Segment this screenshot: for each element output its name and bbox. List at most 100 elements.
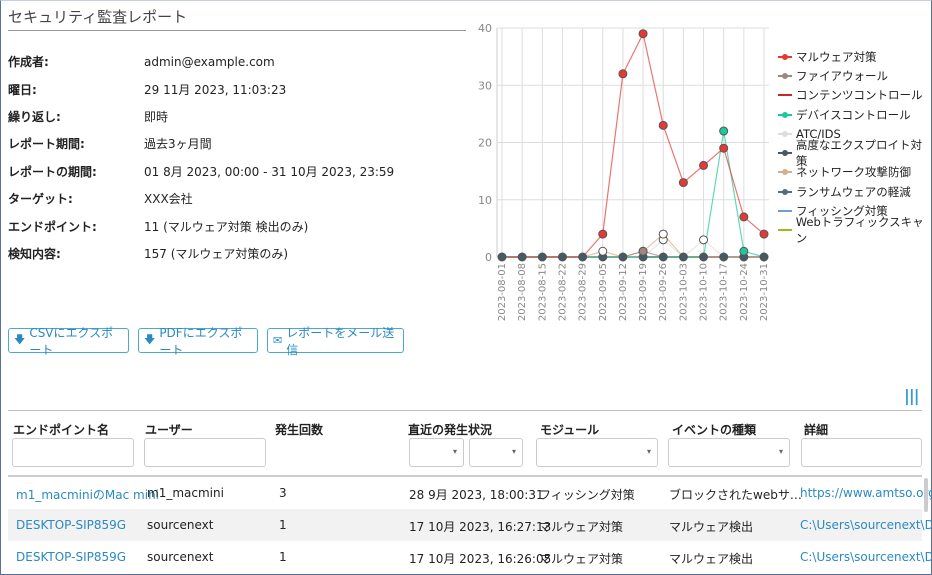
x-tick-label: 2023-10-24	[739, 263, 750, 321]
x-tick-label: 2023-08-01	[497, 263, 508, 321]
endpoint-link[interactable]: m1_macminiのMac mini	[16, 486, 159, 503]
info-value: 即時	[144, 109, 169, 124]
legend-swatch	[778, 94, 792, 97]
table-row[interactable]: m1_macminiのMac mini m1_macmini 3 28 9月 2023…	[8, 477, 932, 509]
download-icon: 🡇	[14, 333, 26, 346]
divider	[8, 30, 466, 31]
x-tick-label: 2023-09-26	[658, 263, 669, 321]
x-tick-label: 2023-08-29	[578, 263, 589, 321]
table-row[interactable]: DESKTOP-SIP859G sourcenext 1 17 10月 2023, 1…	[8, 509, 932, 541]
data-point	[537, 252, 547, 262]
info-row: レポートの期間: 01 8月 2023, 00:00 - 31 10月 2023,…	[8, 158, 394, 185]
col-header-last-seen[interactable]: 直近の発生状況	[408, 421, 492, 438]
chart-legend: マルウェア対策 ファイアウォール コンテンツコントロール デバイスコントロール ATC/…	[778, 47, 932, 245]
col-header-count[interactable]: 発生回数	[275, 421, 323, 438]
x-tick-label: 2023-10-03	[678, 263, 689, 321]
module-cell: マルウェア対策	[539, 520, 624, 534]
module-filter-select[interactable]	[536, 438, 658, 467]
details-link[interactable]: C:\Users\sourcenext\Do…	[800, 550, 932, 564]
info-label: 曜日:	[8, 82, 37, 97]
data-point	[678, 252, 688, 262]
y-tick-label: 10	[478, 194, 492, 207]
data-point	[658, 120, 668, 130]
report-info: 作成者: admin@example.com 曜日: 29 11月 2023, 11…	[8, 48, 394, 267]
col-header-user[interactable]: ユーザー	[145, 421, 193, 438]
details-link[interactable]: https://www.amtso.org/…	[800, 486, 932, 500]
data-point	[739, 246, 749, 256]
legend-label: ランサムウェアの軽減	[796, 184, 911, 199]
legend-item[interactable]: Webトラフィックスキャン	[778, 215, 932, 245]
user-filter-input[interactable]	[144, 438, 266, 467]
event-type-filter-select[interactable]	[668, 438, 790, 467]
email-report-button[interactable]: ✉ レポートをメール送信	[267, 326, 404, 357]
data-point	[557, 252, 567, 262]
legend-swatch	[778, 229, 792, 232]
legend-swatch	[778, 53, 792, 60]
user-cell: sourcenext	[147, 550, 214, 564]
last-seen-cell: 28 9月 2023, 18:00:31	[409, 488, 544, 502]
x-tick-label: 2023-08-08	[517, 263, 528, 321]
info-label: レポート期間:	[8, 137, 85, 152]
info-label: 繰り返し:	[8, 109, 61, 124]
data-point	[618, 69, 628, 79]
count-cell: 1	[279, 518, 287, 532]
x-tick-label: 2023-09-19	[638, 263, 649, 321]
info-row: レポート期間: 過去3ヶ月間	[8, 130, 394, 157]
info-value: admin@example.com	[144, 54, 275, 69]
y-tick-label: 30	[478, 79, 492, 92]
count-cell: 1	[279, 550, 287, 564]
legend-item[interactable]: コンテンツコントロール	[778, 86, 932, 105]
col-header-event-type[interactable]: イベントの種類	[672, 421, 756, 438]
legend-swatch	[778, 210, 792, 213]
x-tick-label: 2023-10-31	[759, 263, 770, 321]
legend-swatch	[778, 130, 792, 137]
export-pdf-label: PDFにエクスポート	[159, 325, 243, 357]
x-tick-label: 2023-08-15	[537, 263, 548, 321]
endpoint-link[interactable]: DESKTOP-SIP859G	[16, 550, 126, 564]
date-to-filter-select[interactable]	[469, 438, 523, 467]
events-table: エンドポイント名 ユーザー 発生回数 直近の発生状況 モジュール イベントの種類…	[8, 410, 932, 566]
export-csv-button[interactable]: 🡇 CSVにエクスポート	[8, 326, 129, 357]
page-title: セキュリティ監査レポート	[8, 8, 188, 26]
info-label: 検知内容:	[8, 246, 61, 261]
endpoint-filter-input[interactable]	[12, 438, 134, 467]
data-point	[719, 252, 729, 262]
legend-item[interactable]: 高度なエクスプロイト対策	[778, 138, 932, 168]
info-value: 過去3ヶ月間	[144, 137, 212, 152]
col-header-endpoint[interactable]: エンドポイント名	[13, 421, 109, 438]
data-point	[759, 252, 769, 262]
data-point	[699, 252, 709, 262]
data-point	[517, 252, 527, 262]
info-value: XXX会社	[144, 192, 193, 207]
legend-swatch	[778, 169, 792, 176]
data-point	[658, 229, 668, 239]
info-label: 作成者:	[8, 55, 49, 70]
col-header-module[interactable]: モジュール	[540, 421, 599, 438]
details-filter-input[interactable]	[801, 438, 922, 467]
legend-item[interactable]: マルウェア対策	[778, 47, 932, 66]
export-pdf-button[interactable]: 🡇 PDFにエクスポート	[138, 326, 258, 357]
legend-item[interactable]: デバイスコントロール	[778, 105, 932, 124]
count-cell: 3	[279, 486, 287, 500]
details-link[interactable]: C:\Users\sourcenext\Do…	[800, 518, 932, 532]
info-value: 29 11月 2023, 11:03:23	[144, 82, 287, 97]
module-cell: フィッシング対策	[539, 488, 635, 502]
legend-item[interactable]: ランサムウェアの軽減	[778, 182, 932, 201]
envelope-icon: ✉	[273, 334, 283, 347]
col-header-details[interactable]: 詳細	[804, 421, 828, 438]
data-point	[638, 246, 648, 256]
legend-item[interactable]: ネットワーク攻撃防御	[778, 163, 932, 182]
endpoint-link[interactable]: DESKTOP-SIP859G	[16, 518, 126, 532]
legend-swatch	[778, 188, 792, 195]
table-row[interactable]: DESKTOP-SIP859G sourcenext 1 17 10月 2023, 1…	[8, 541, 932, 573]
columns-icon[interactable]: |||	[904, 386, 920, 405]
legend-item[interactable]: ファイアウォール	[778, 66, 932, 85]
info-label: レポートの期間:	[8, 164, 97, 179]
data-point	[739, 212, 749, 222]
date-from-filter-select[interactable]	[409, 438, 464, 467]
y-tick-label: 40	[478, 22, 492, 35]
table-scrollbar[interactable]	[924, 478, 928, 512]
legend-label: Webトラフィックスキャン	[795, 215, 924, 246]
info-row: 曜日: 29 11月 2023, 11:03:23	[8, 75, 394, 102]
download-icon: 🡇	[144, 333, 156, 346]
